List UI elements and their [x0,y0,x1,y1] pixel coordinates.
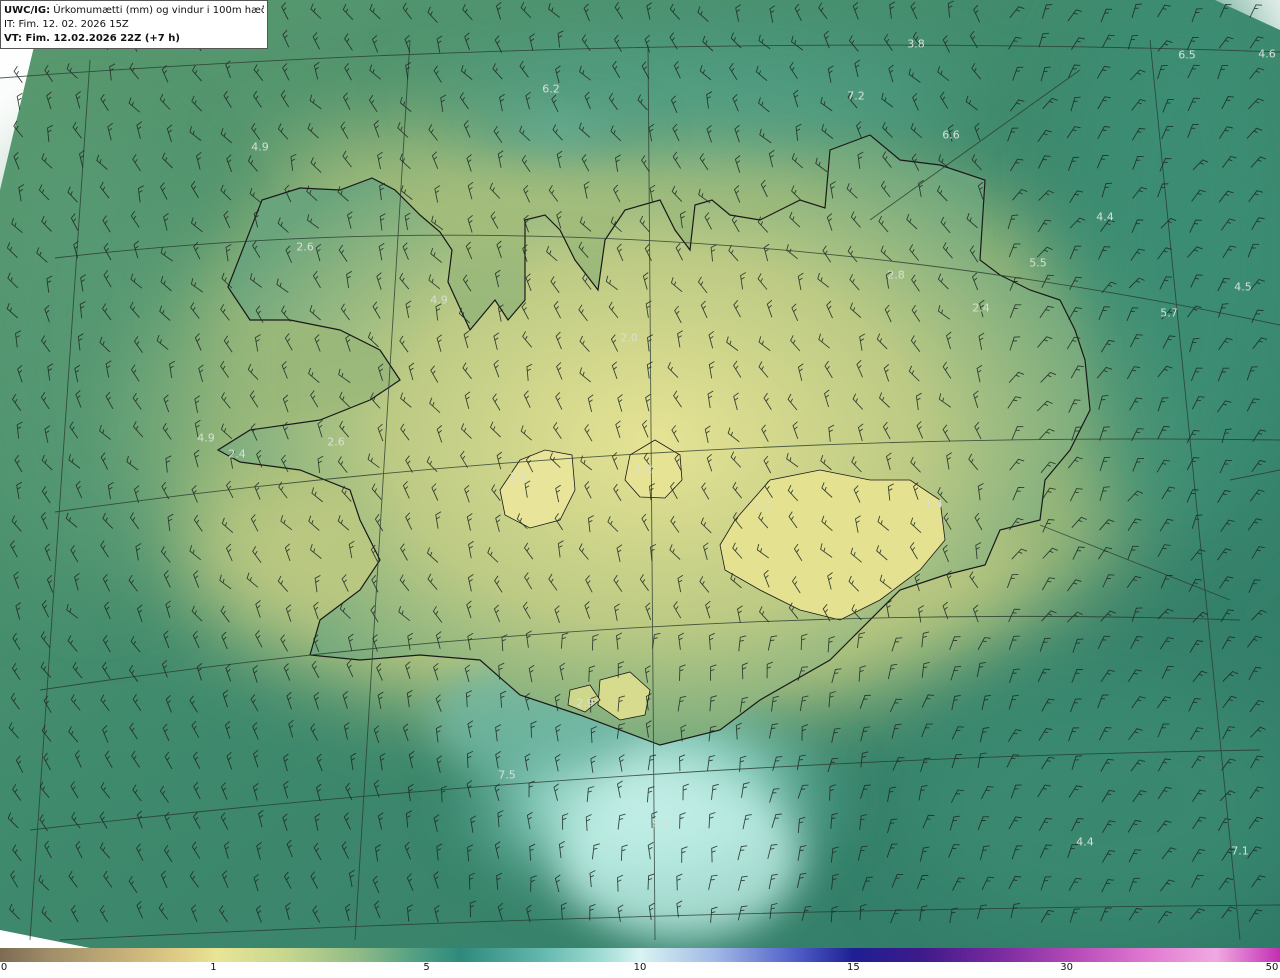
map-value-label: 7.5 [498,768,516,782]
map-value-label: 6.5 [1178,48,1196,62]
map-value-label: 4.4 [1076,835,1094,849]
map-value-label: 3.8 [907,37,925,51]
map-value-label: 1.4 [925,497,943,511]
map-value-label: 2.8 [887,268,905,282]
colorbar-tick-label: 0 [0,962,8,973]
map-value-label: 5.5 [1029,256,1047,270]
colorbar-tick-label: 5 [423,962,430,973]
colorbar-tick-label: 30 [1060,962,1073,973]
map-value-label: 6.2 [542,82,560,96]
colorbar-tick-label: 15 [847,962,860,973]
map-value-label: 7.2 [847,89,865,103]
map-value-label: 4.4 [1096,210,1114,224]
map-value-label: 2.6 [296,240,314,254]
map-value-label: 9.1 [652,816,670,830]
map-value-label: 2.4 [972,301,990,315]
valid-time-value: Fim. 12.02.2026 22Z (+7 h) [25,33,180,44]
map-value-label: 4.9 [197,431,215,445]
colorbar-tick-label: 50 [1265,962,1279,973]
map-value-label: 1.8 [509,470,527,484]
map-value-label: 2.9 [576,696,594,710]
map-value-label: 2.0 [620,331,638,345]
map-header: UWC/IG: Úrkomumætti (mm) og vindur i 100… [0,0,268,49]
map-value-label: 2.4 [228,447,246,461]
init-time-label: IT: [4,19,16,30]
map-value-label: 1.2 [635,462,653,476]
map-value-label: 4.6 [1258,47,1276,61]
map-value-label: 4.9 [430,293,448,307]
title-line: UWC/IG: Úrkomumætti (mm) og vindur i 100… [4,4,264,18]
map-value-label: 2.6 [327,435,345,449]
valid-time-label: VT: [4,33,23,44]
map-value-label: 6.6 [942,128,960,142]
map-title: Úrkomumætti (mm) og vindur i 100m hæð [53,5,264,16]
colorbar-gradient [0,948,1280,962]
map-value-label: 5.7 [1160,306,1178,320]
init-time-value: Fim. 12. 02. 2026 15Z [18,19,129,30]
colorbar-tick-label: 1 [210,962,217,973]
init-time-line: IT: Fim. 12. 02. 2026 15Z [4,18,264,32]
map-value-label: 4.9 [251,140,269,154]
map-value-label: 7.1 [1231,844,1249,858]
map-value-label: 4.5 [1234,280,1252,294]
model-name: UWC/IG: [4,5,51,16]
colorbar-tick-label: 10 [633,962,647,973]
colorbar [0,948,1280,962]
map-value-label: 1.2 [754,498,772,512]
valid-time-line: VT: Fim. 12.02.2026 22Z (+7 h) [4,32,264,46]
